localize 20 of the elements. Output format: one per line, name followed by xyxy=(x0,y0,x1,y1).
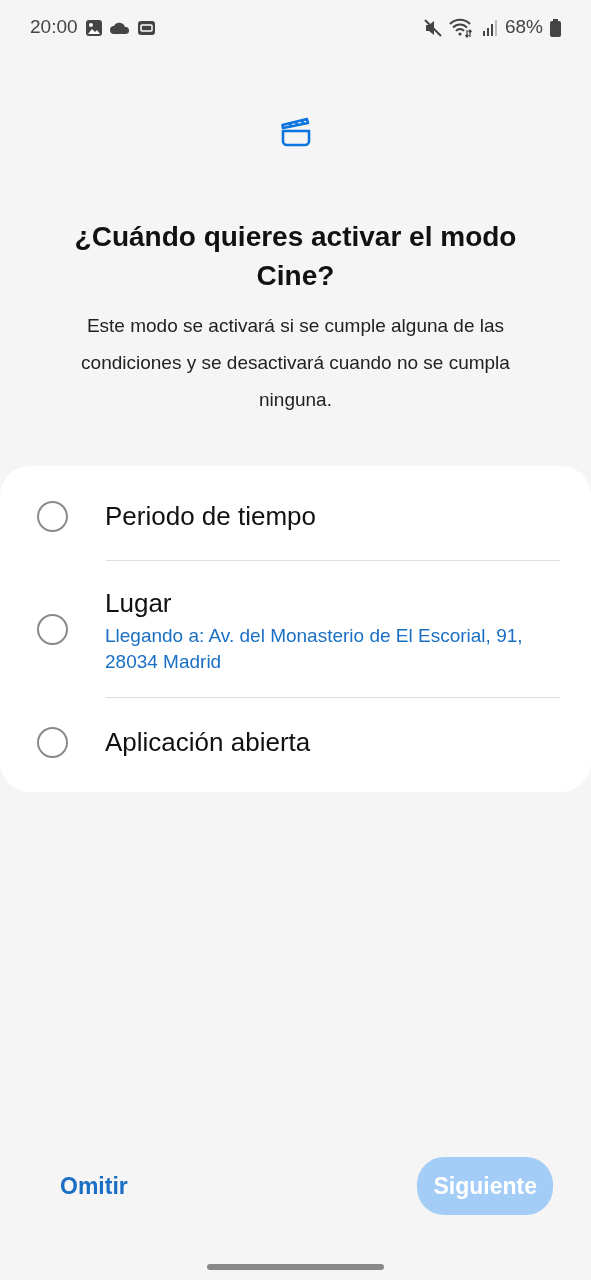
radio-button[interactable] xyxy=(37,726,68,758)
option-detail: Llegando a: Av. del Monasterio de El Escorial, 91, 28034 Madrid xyxy=(105,623,524,674)
mute-icon xyxy=(423,18,442,37)
gallery-icon xyxy=(84,18,103,37)
cloud-icon xyxy=(109,21,130,34)
battery-icon xyxy=(550,18,561,37)
wifi-icon xyxy=(448,17,475,38)
radio-button[interactable] xyxy=(37,613,68,645)
radio-button[interactable] xyxy=(37,500,68,532)
option-label[interactable]: Periodo de tiempo xyxy=(105,496,317,536)
option-label[interactable]: Aplicación abierta xyxy=(105,722,311,762)
clock: 20:00 xyxy=(30,15,78,40)
page-title: ¿Cuándo quieres activar el modo Cine? xyxy=(73,220,518,293)
battery-level: 68% xyxy=(504,15,543,40)
signal-icon xyxy=(481,18,498,37)
description-text: Este modo se activará si se cumple alguna de las condiciones y se desactivará cuando no se cumpla ninguna. xyxy=(80,314,511,412)
skip-button[interactable]: Omitir xyxy=(40,1164,148,1208)
clapperboard-icon xyxy=(279,117,312,147)
card-icon xyxy=(136,19,156,36)
option-label[interactable]: Lugar xyxy=(105,583,561,623)
